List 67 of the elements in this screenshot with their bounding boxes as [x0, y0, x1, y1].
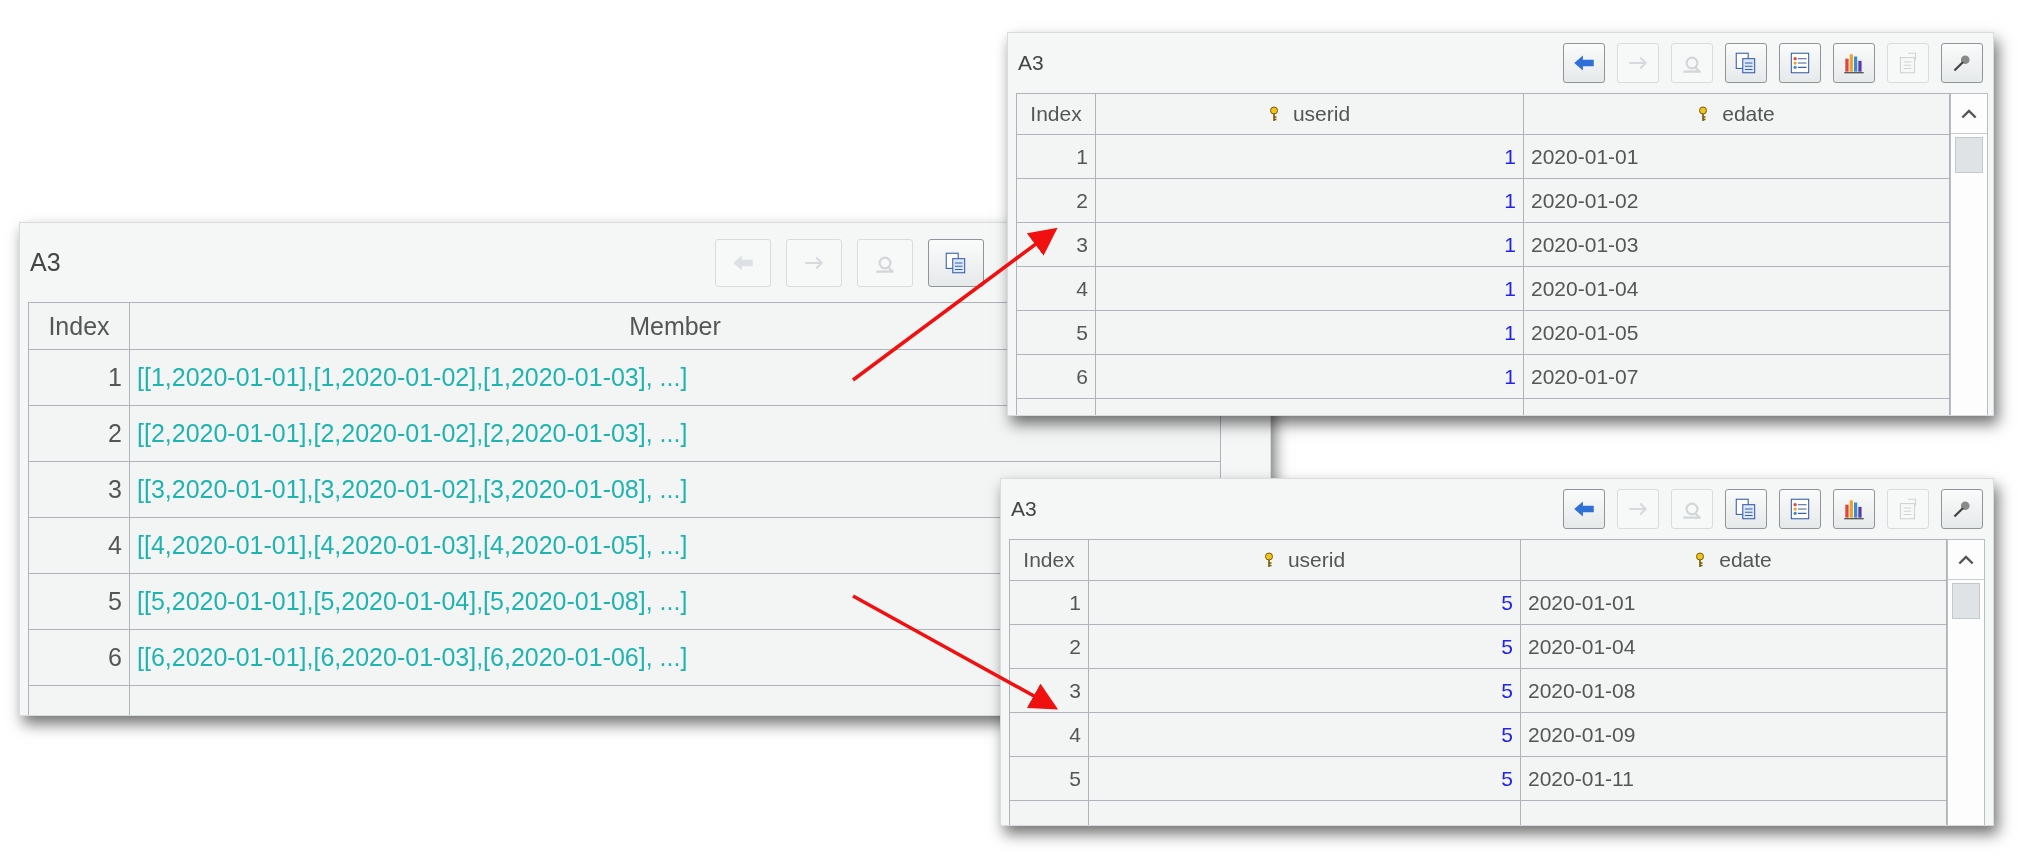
row-number: 4	[1010, 713, 1089, 757]
up-caret-icon	[1961, 108, 1977, 119]
row-number: 6	[29, 630, 130, 686]
table-cell: 1	[1096, 355, 1524, 399]
table-cell: 2020-01-05	[1524, 311, 1950, 355]
column-header[interactable]: Index	[1023, 548, 1075, 572]
table-cell: 2020-01-02	[1524, 179, 1950, 223]
table-cell: 2020-01-08	[1521, 669, 1947, 713]
list-button[interactable]	[1779, 43, 1821, 83]
row-number: 1	[1010, 581, 1089, 625]
row-number: 1	[1017, 135, 1096, 179]
chart-button[interactable]	[1833, 489, 1875, 529]
scroll-thumb[interactable]	[1955, 137, 1983, 173]
scrollbar[interactable]	[1950, 93, 1988, 415]
row-number: 3	[1017, 223, 1096, 267]
row-number: 2	[29, 406, 130, 462]
chart-button[interactable]	[1833, 43, 1875, 83]
copy-button[interactable]	[1725, 43, 1767, 83]
pin-button[interactable]	[1941, 43, 1983, 83]
table-cell: 5	[1089, 713, 1521, 757]
column-header[interactable]: edate	[1722, 102, 1775, 126]
row-number: 2	[1010, 625, 1089, 669]
column-header[interactable]: Member	[629, 311, 721, 341]
table-cell: 5	[1089, 625, 1521, 669]
up-caret-icon	[1958, 554, 1974, 565]
list-button[interactable]	[1779, 489, 1821, 529]
column-header[interactable]: edate	[1719, 548, 1772, 572]
table-cell: 1	[1096, 267, 1524, 311]
table-cell: 2020-01-01	[1521, 581, 1947, 625]
table-cell: 5	[1089, 581, 1521, 625]
row-number: 6	[1017, 355, 1096, 399]
table-cell: 1	[1096, 223, 1524, 267]
column-header[interactable]: Index	[48, 311, 110, 341]
table-cell: 2020-01-11	[1521, 757, 1947, 801]
cell-name: A3	[1011, 497, 1037, 521]
table-cell: 2020-01-04	[1521, 625, 1947, 669]
table-cell: 2020-01-04	[1524, 267, 1950, 311]
column-header[interactable]: userid	[1287, 548, 1346, 572]
table-cell: 5	[1089, 669, 1521, 713]
table-cell: 2020-01-01	[1524, 135, 1950, 179]
scrollbar[interactable]	[1947, 539, 1985, 825]
back-button[interactable]	[1563, 43, 1605, 83]
table-cell: 2020-01-07	[1524, 355, 1950, 399]
cell-name: A3	[1018, 51, 1044, 75]
back-button[interactable]	[1563, 489, 1605, 529]
row-number: 3	[1010, 669, 1089, 713]
table-cell: 1	[1096, 135, 1524, 179]
table-cell: 2020-01-03	[1524, 223, 1950, 267]
copy-button[interactable]	[928, 238, 984, 287]
row-number: 3	[29, 462, 130, 518]
cell-name: A3	[30, 248, 61, 277]
pin-button[interactable]	[1941, 489, 1983, 529]
row-number: 2	[1017, 179, 1096, 223]
table-cell: 5	[1089, 757, 1521, 801]
table-cell: 2020-01-09	[1521, 713, 1947, 757]
row-number: 5	[29, 574, 130, 630]
row-number: 5	[1017, 311, 1096, 355]
row-number: 4	[29, 518, 130, 574]
row-number: 5	[1010, 757, 1089, 801]
column-header[interactable]: userid	[1292, 102, 1351, 126]
scroll-thumb[interactable]	[1952, 583, 1980, 619]
table-cell: 1	[1096, 179, 1524, 223]
table-cell: 1	[1096, 311, 1524, 355]
row-number: 1	[29, 350, 130, 406]
column-header[interactable]: Index	[1030, 102, 1082, 126]
row-number: 4	[1017, 267, 1096, 311]
copy-button[interactable]	[1725, 489, 1767, 529]
